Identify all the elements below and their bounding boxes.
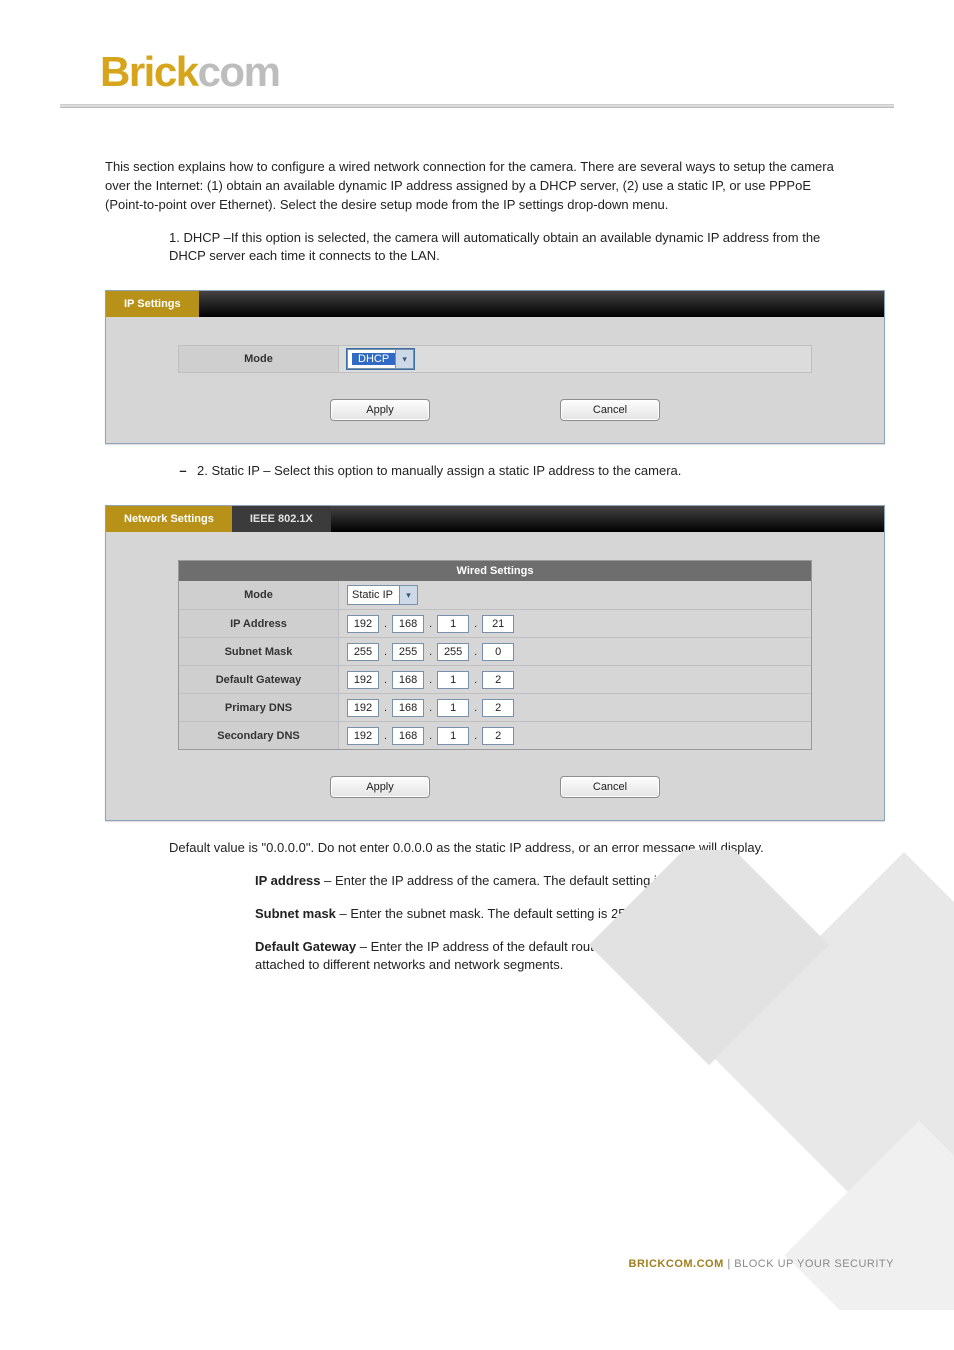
note-gw-label: Default Gateway — [255, 939, 356, 954]
static-ip-intro-text: 2. Static IP – Select this option to man… — [197, 463, 681, 478]
cancel-button[interactable]: Cancel — [560, 399, 660, 421]
secondary-dns-input[interactable]: 192. 168. 1. 2 — [339, 727, 811, 745]
note-mask-label: Subnet mask — [255, 906, 336, 921]
ip-octet[interactable]: 21 — [482, 615, 514, 633]
tab-ieee-8021x[interactable]: IEEE 802.1X — [232, 506, 331, 532]
apply-button[interactable]: Apply — [330, 776, 430, 798]
note-default-value: Default value is "0.0.0.0". Do not enter… — [169, 839, 849, 858]
ip-octet[interactable]: 1 — [437, 699, 469, 717]
ip-octet[interactable]: 168 — [392, 671, 424, 689]
note-ip-address: IP address – Enter the IP address of the… — [255, 872, 849, 891]
mode-label: Mode — [179, 346, 339, 372]
ip-address-input[interactable]: 192. 168. 1. 21 — [339, 615, 811, 633]
tab-bar-2: Network Settings IEEE 802.1X — [106, 506, 884, 532]
footer: BRICKCOM.COM | BLOCK UP YOUR SECURITY — [629, 1258, 894, 1270]
logo: Brickcom — [100, 48, 894, 96]
apply-button[interactable]: Apply — [330, 399, 430, 421]
chevron-down-icon: ▾ — [399, 586, 417, 604]
screenshot-ip-settings: IP Settings Mode DHCP ▾ Apply Cancel — [105, 290, 885, 444]
ip-octet[interactable]: 2 — [482, 671, 514, 689]
ip-octet[interactable]: 255 — [392, 643, 424, 661]
screenshot-network-settings: Network Settings IEEE 802.1X Wired Setti… — [105, 505, 885, 821]
row-mode-label: Mode — [179, 581, 339, 609]
row-sdns-label: Secondary DNS — [179, 722, 339, 749]
ip-octet[interactable]: 168 — [392, 615, 424, 633]
note-default-gateway: Default Gateway – Enter the IP address o… — [255, 938, 849, 976]
mode-select-static-value: Static IP — [352, 589, 399, 601]
footer-domain: BRICKCOM.COM — [629, 1258, 724, 1270]
default-gateway-input[interactable]: 192. 168. 1. 2 — [339, 671, 811, 689]
ip-octet[interactable]: 1 — [437, 727, 469, 745]
row-pdns-label: Primary DNS — [179, 694, 339, 721]
logo-part2: com — [198, 48, 280, 95]
ip-octet[interactable]: 168 — [392, 727, 424, 745]
subnet-mask-input[interactable]: 255. 255. 255. 0 — [339, 643, 811, 661]
ip-octet[interactable]: 2 — [482, 699, 514, 717]
tab-ip-settings[interactable]: IP Settings — [106, 291, 199, 317]
chevron-down-icon: ▾ — [395, 350, 413, 368]
ip-octet[interactable]: 192 — [347, 699, 379, 717]
ip-octet[interactable]: 192 — [347, 671, 379, 689]
ip-octet[interactable]: 192 — [347, 727, 379, 745]
ip-octet[interactable]: 255 — [437, 643, 469, 661]
ip-octet[interactable]: 1 — [437, 671, 469, 689]
ip-octet[interactable]: 168 — [392, 699, 424, 717]
footer-sep: | — [724, 1258, 734, 1270]
intro-paragraph-1: This section explains how to configure a… — [105, 158, 849, 215]
intro-paragraph-dhcp: 1. DHCP –If this option is selected, the… — [169, 229, 849, 267]
ip-octet[interactable]: 192 — [347, 615, 379, 633]
ip-octet[interactable]: 255 — [347, 643, 379, 661]
tab-spacer — [199, 291, 884, 317]
tab-spacer — [331, 506, 884, 532]
wired-settings-table: Wired Settings Mode Static IP ▾ IP Addre… — [178, 560, 812, 750]
note-mask-text: Enter the subnet mask. The default setti… — [350, 906, 697, 921]
row-mask-label: Subnet Mask — [179, 638, 339, 665]
row-ip-label: IP Address — [179, 610, 339, 637]
static-ip-intro: –2. Static IP – Select this option to ma… — [169, 462, 849, 481]
tab-bar: IP Settings — [106, 291, 884, 317]
note-ip-label: IP address — [255, 873, 321, 888]
ip-octet[interactable]: 1 — [437, 615, 469, 633]
cancel-button[interactable]: Cancel — [560, 776, 660, 798]
logo-part1: Brick — [100, 48, 198, 95]
note-ip-text: Enter the IP address of the camera. The … — [335, 873, 739, 888]
mode-select-value: DHCP — [352, 353, 395, 365]
ip-octet[interactable]: 0 — [482, 643, 514, 661]
tab-network-settings[interactable]: Network Settings — [106, 506, 232, 532]
primary-dns-input[interactable]: 192. 168. 1. 2 — [339, 699, 811, 717]
note-subnet-mask: Subnet mask – Enter the subnet mask. The… — [255, 905, 849, 924]
ip-octet[interactable]: 2 — [482, 727, 514, 745]
row-gw-label: Default Gateway — [179, 666, 339, 693]
footer-tagline: BLOCK UP YOUR SECURITY — [734, 1258, 894, 1270]
table-title: Wired Settings — [179, 561, 811, 581]
mode-select[interactable]: DHCP ▾ — [347, 349, 414, 369]
mode-select-static[interactable]: Static IP ▾ — [347, 585, 418, 605]
